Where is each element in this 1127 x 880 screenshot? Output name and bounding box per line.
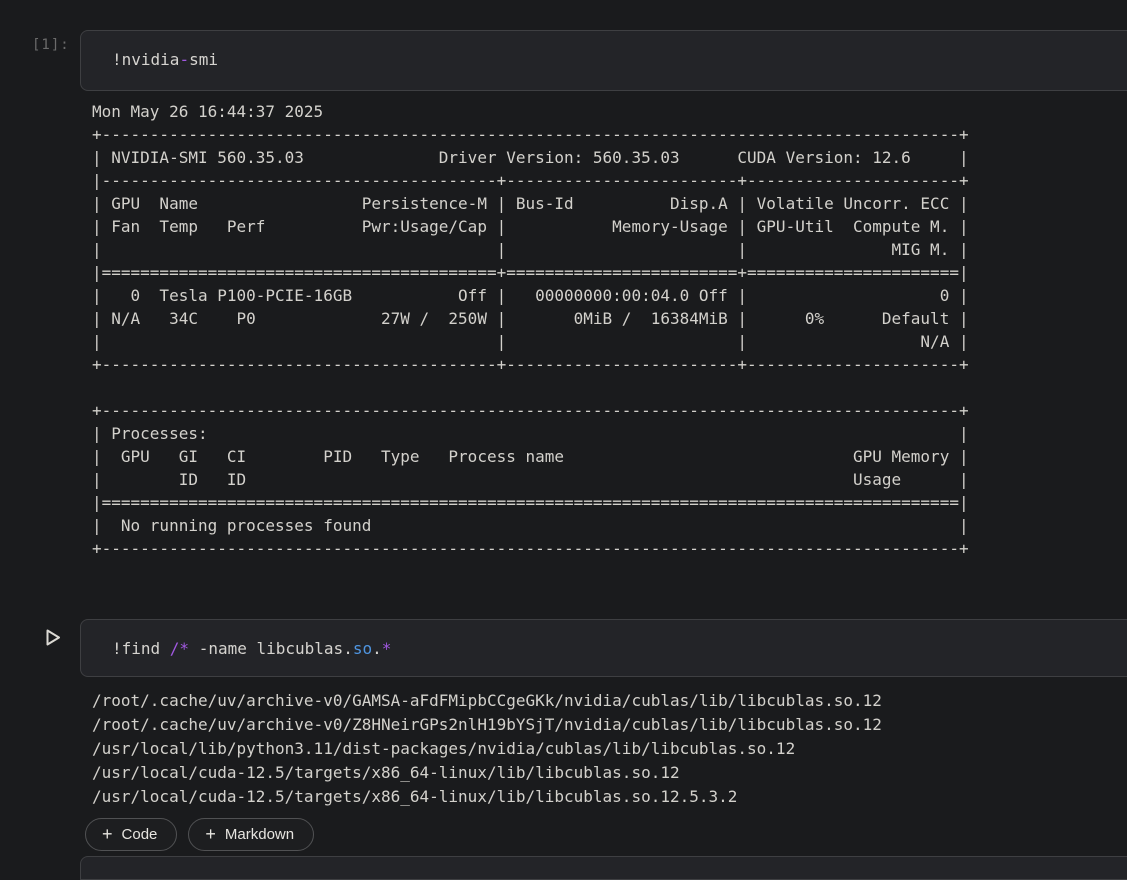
code-cell-input-2[interactable]: !find /* -name libcublas.so.* <box>80 619 1127 677</box>
code-token: -name libcublas. <box>189 639 353 658</box>
play-triangle-icon <box>45 628 62 647</box>
plus-icon: + <box>102 825 113 843</box>
code-line-2: !find /* -name libcublas.so.* <box>81 620 1127 659</box>
code-token-operator: * <box>382 639 392 658</box>
add-code-label: Code <box>122 826 158 843</box>
code-token-keyword: so <box>353 639 372 658</box>
plus-icon: + <box>205 825 216 843</box>
code-token-operator: /* <box>170 639 189 658</box>
code-cell-input-1[interactable]: !nvidia-smi <box>80 30 1127 91</box>
execution-count: [1]: <box>32 37 70 53</box>
code-token-operator: - <box>179 50 189 69</box>
add-code-button[interactable]: + Code <box>85 818 177 851</box>
add-markdown-button[interactable]: + Markdown <box>188 818 314 851</box>
code-token: !find <box>112 639 170 658</box>
cell-output-nvidia-smi: Mon May 26 16:44:37 2025 +--------------… <box>92 100 969 560</box>
add-markdown-label: Markdown <box>225 826 294 843</box>
code-token: smi <box>189 50 218 69</box>
cell-output-find-paths: /root/.cache/uv/archive-v0/GAMSA-aFdFMip… <box>92 689 882 809</box>
add-cell-toolbar: + Code + Markdown <box>85 818 314 851</box>
run-cell-icon[interactable] <box>43 628 63 648</box>
code-line-1: !nvidia-smi <box>81 31 1127 70</box>
code-token: !nvidia <box>112 50 179 69</box>
code-token: . <box>372 639 382 658</box>
next-cell-input-partial[interactable] <box>80 856 1127 880</box>
